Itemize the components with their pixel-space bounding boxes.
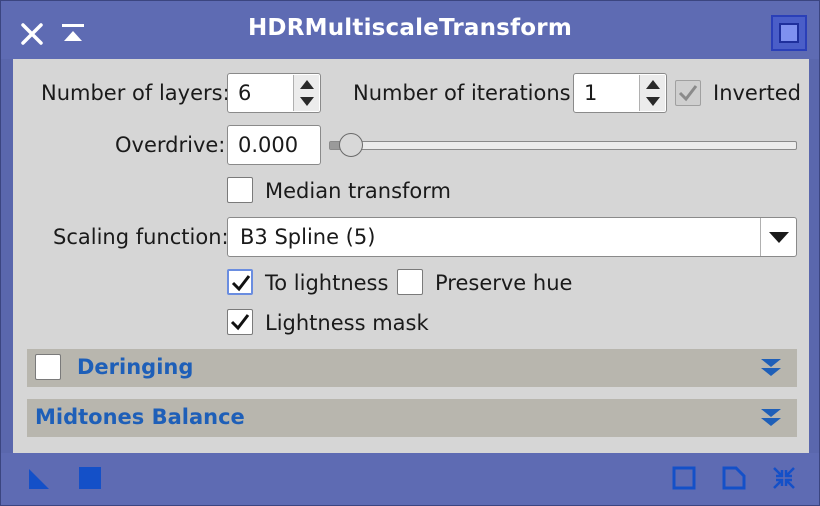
to-lightness-checkbox[interactable] [227, 269, 253, 295]
overdrive-label: Overdrive: [115, 133, 226, 157]
overdrive-input[interactable]: 0.000 [227, 125, 321, 165]
apply-global-icon[interactable] [77, 465, 103, 491]
expand-icon[interactable] [759, 407, 783, 429]
layers-value: 6 [238, 81, 252, 105]
layers-spinbox[interactable]: 6 [227, 73, 321, 113]
preserve-hue-label: Preserve hue [435, 271, 573, 295]
iterations-value: 1 [584, 81, 598, 105]
title-bar[interactable]: HDRMultiscaleTransform [1, 1, 819, 59]
lightness-mask-checkbox[interactable] [227, 309, 253, 335]
overdrive-slider-handle[interactable] [339, 133, 363, 157]
deringing-checkbox[interactable] [35, 354, 61, 380]
lightness-mask-label: Lightness mask [265, 311, 429, 335]
midtones-title: Midtones Balance [35, 405, 245, 429]
process-window: HDRMultiscaleTransform Number of layers:… [0, 0, 820, 506]
new-instance-icon[interactable] [27, 465, 53, 491]
inverted-checkbox[interactable] [675, 80, 701, 106]
scaling-function-label: Scaling function: [53, 225, 229, 249]
expand-icon[interactable] [759, 357, 783, 379]
process-icon[interactable] [771, 15, 807, 51]
deringing-section-header[interactable]: Deringing [27, 349, 797, 387]
iterations-spin-arrows[interactable] [639, 75, 665, 111]
preferences-icon[interactable] [771, 465, 797, 491]
iterations-spinbox[interactable]: 1 [573, 73, 667, 113]
median-transform-checkbox[interactable] [227, 177, 253, 203]
layers-spin-arrows[interactable] [293, 75, 319, 111]
parameters-panel: Number of layers: 6 Number of iterations… [13, 59, 809, 453]
to-lightness-label: To lightness [265, 271, 389, 295]
window-title: HDRMultiscaleTransform [247, 15, 572, 41]
deringing-title: Deringing [77, 355, 194, 379]
chevron-down-icon[interactable] [760, 218, 796, 256]
scaling-function-value: B3 Spline (5) [240, 225, 376, 249]
overdrive-value: 0.000 [238, 133, 299, 157]
iterations-label: Number of iterations: [353, 81, 578, 105]
reset-icon[interactable] [671, 465, 697, 491]
scaling-function-select[interactable]: B3 Spline (5) [227, 217, 797, 257]
bottom-toolbar [1, 453, 819, 505]
documentation-icon[interactable] [721, 465, 747, 491]
layers-label: Number of layers: [41, 81, 230, 105]
median-transform-label: Median transform [265, 179, 452, 203]
overdrive-slider[interactable] [329, 141, 797, 150]
preserve-hue-checkbox[interactable] [397, 269, 423, 295]
midtones-section-header[interactable]: Midtones Balance [27, 399, 797, 437]
inverted-label: Inverted [713, 81, 801, 105]
